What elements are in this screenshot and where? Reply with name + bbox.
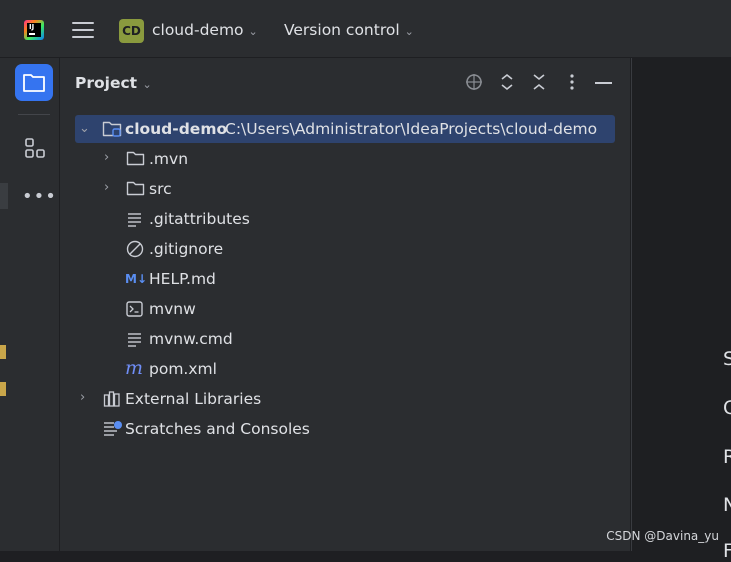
app-logo-icon[interactable]: IJ xyxy=(24,20,44,40)
project-name: cloud-demo xyxy=(152,21,244,39)
tree-item-name[interactable]: mvnw xyxy=(149,300,196,318)
editor-area xyxy=(631,58,731,551)
project-switcher[interactable]: cloud-demo ⌄ xyxy=(152,21,258,39)
tree-root-path: C:\Users\Administrator\IdeaProjects\clou… xyxy=(225,120,598,138)
project-tool-button[interactable] xyxy=(15,64,53,101)
tree-item-name[interactable]: .mvn xyxy=(149,150,188,168)
external-libraries-label[interactable]: External Libraries xyxy=(125,390,261,408)
editor-text-fragment: N xyxy=(723,494,731,516)
editor-text-fragment: C xyxy=(723,397,731,419)
collapse-all-icon[interactable] xyxy=(531,73,547,91)
ignore-file-icon xyxy=(126,240,144,258)
markdown-icon: M↓ xyxy=(125,272,147,286)
chevron-down-icon: ⌄ xyxy=(404,25,414,38)
version-control-menu[interactable]: Version control ⌄ xyxy=(284,21,414,39)
editor-text-fragment: R xyxy=(723,446,731,468)
editor-text-fragment: S xyxy=(723,348,731,370)
background-window-fragment xyxy=(0,183,8,209)
hide-icon[interactable] xyxy=(595,82,612,84)
version-control-label: Version control xyxy=(284,21,400,39)
main-menu-icon[interactable] xyxy=(72,22,94,40)
stripe-divider xyxy=(18,114,50,115)
folder-icon xyxy=(23,74,45,92)
libraries-icon xyxy=(103,391,120,407)
tree-item-name[interactable]: pom.xml xyxy=(149,360,217,378)
scratches-label[interactable]: Scratches and Consoles xyxy=(125,420,310,438)
locate-icon[interactable] xyxy=(465,73,483,91)
tree-item-name[interactable]: .gitignore xyxy=(149,240,223,258)
chevron-right-icon[interactable]: › xyxy=(104,180,109,195)
tree-root-name[interactable]: cloud-demo xyxy=(125,120,227,138)
project-view-selector[interactable]: Project ⌄ xyxy=(75,74,152,92)
watermark: CSDN @Davina_yu xyxy=(606,529,719,543)
chevron-down-icon: ⌄ xyxy=(248,25,258,38)
chevron-down-icon[interactable]: ⌄ xyxy=(79,121,90,136)
expand-all-icon[interactable] xyxy=(499,73,515,91)
options-icon[interactable] xyxy=(568,73,576,91)
module-folder-icon xyxy=(102,121,122,137)
chevron-right-icon[interactable]: › xyxy=(80,390,85,405)
maven-icon: m xyxy=(125,357,144,379)
editor-text-fragment: F xyxy=(723,540,731,562)
panel-title: Project xyxy=(75,74,138,92)
tool-window-stripe xyxy=(0,58,60,551)
folder-icon xyxy=(126,151,145,166)
scratches-icon xyxy=(104,421,122,436)
tree-item-name[interactable]: HELP.md xyxy=(149,270,216,288)
more-dots-icon[interactable]: ••• xyxy=(22,186,57,207)
tree-item-name[interactable]: src xyxy=(149,180,172,198)
tree-item-name[interactable]: mvnw.cmd xyxy=(149,330,233,348)
folder-icon xyxy=(126,181,145,196)
text-file-icon xyxy=(128,213,141,227)
chevron-right-icon[interactable]: › xyxy=(104,150,109,165)
background-folder-icon xyxy=(0,382,6,396)
shell-script-icon xyxy=(126,301,143,317)
project-badge[interactable]: CD xyxy=(119,19,144,43)
text-file-icon xyxy=(128,333,141,347)
background-folder-icon xyxy=(0,345,6,359)
tree-item-name[interactable]: .gitattributes xyxy=(149,210,250,228)
chevron-down-icon: ⌄ xyxy=(142,78,152,91)
structure-icon[interactable] xyxy=(24,137,46,159)
